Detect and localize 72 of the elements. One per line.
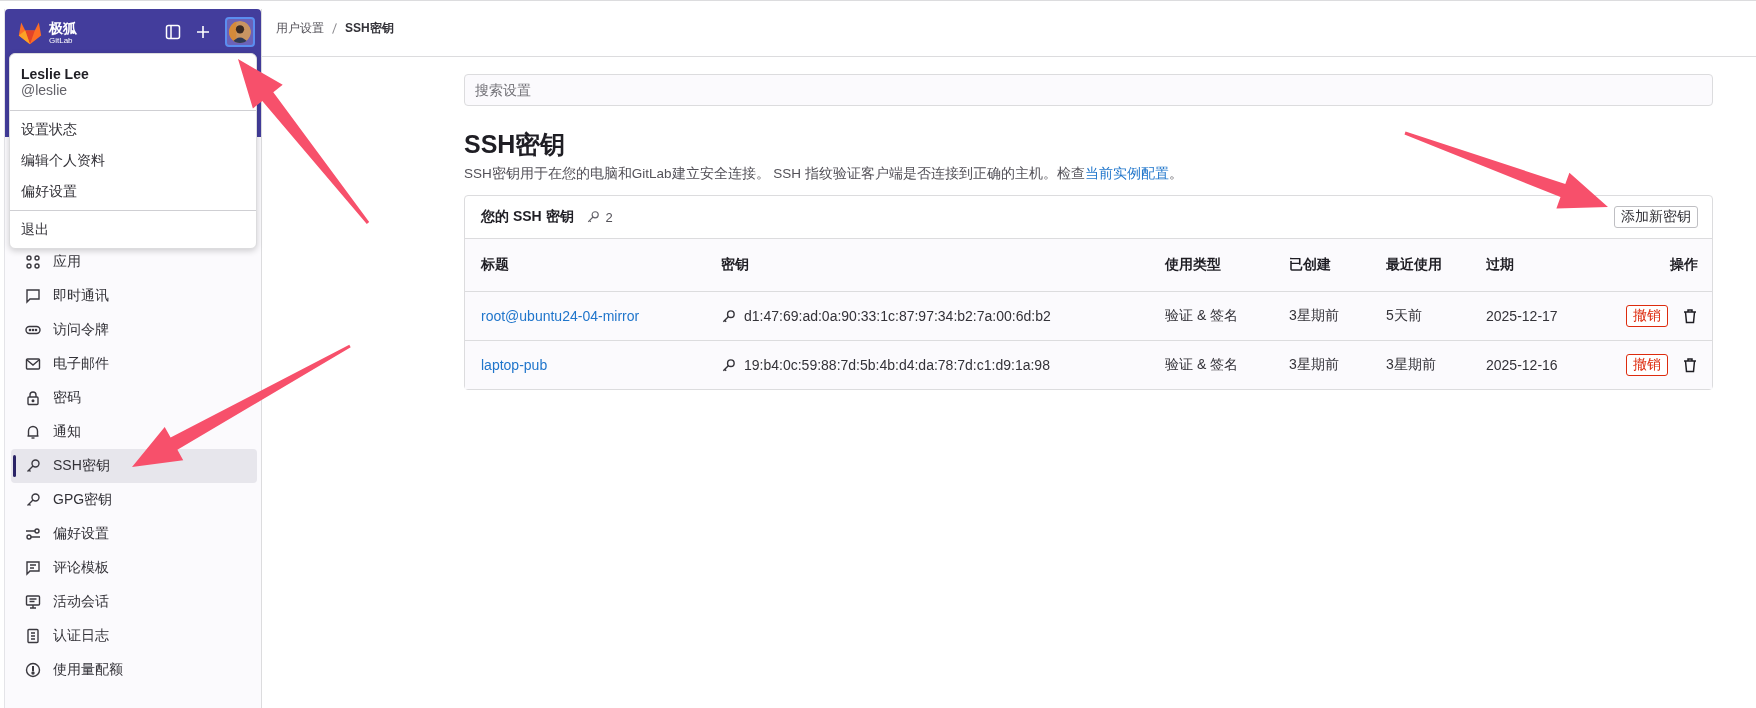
sliders-icon [25, 526, 41, 542]
sidebar-item[interactable]: 评论模板 [11, 551, 257, 585]
comment-icon [25, 560, 41, 576]
sidebar-item[interactable]: GPG密钥 [11, 483, 257, 517]
gauge-icon [25, 662, 41, 678]
trash-icon[interactable] [1682, 308, 1698, 324]
table-cell-text: 3星期前 [1386, 356, 1437, 374]
revoke-button[interactable]: 撤销 [1626, 354, 1668, 376]
fingerprint: 19:b4:0c:59:88:7d:5b:4b:d4:da:78:7d:c1:d9:1a:98 [744, 357, 1050, 373]
menu-item[interactable]: 编辑个人资料 [10, 145, 256, 176]
table-cell-text: 3星期前 [1289, 307, 1340, 325]
table-cell-text: 2025-12-17 [1486, 308, 1559, 324]
key-title-link[interactable]: root@ubuntu24-04-mirror [481, 308, 721, 324]
sidebar-item[interactable]: 通知 [11, 415, 257, 449]
log-icon [25, 628, 41, 644]
bell-icon [25, 424, 41, 440]
sidebar-toggle-icon[interactable] [165, 24, 181, 40]
lock-icon [25, 390, 41, 406]
menu-item[interactable]: 退出 [10, 214, 256, 245]
page-title: SSH密钥 [464, 129, 567, 160]
sidebar-item[interactable]: 认证日志 [11, 619, 257, 653]
column-header: 最近使用 [1386, 256, 1443, 274]
sidebar-item[interactable]: 活动会话 [11, 585, 257, 619]
chat-icon [25, 288, 41, 304]
user-handle: @leslie [21, 82, 69, 98]
sidebar-item[interactable]: 即时通讯 [11, 279, 257, 313]
brand-subtitle: GitLab [49, 37, 74, 45]
sidebar-item[interactable]: 密码 [11, 381, 257, 415]
search-field[interactable]: 搜索设置 [464, 74, 1713, 106]
sidebar-item[interactable]: 访问令牌 [11, 313, 257, 347]
sidebar-item[interactable]: 电子邮件 [11, 347, 257, 381]
fingerprint: d1:47:69:ad:0a:90:33:1c:87:97:34:b2:7a:00:6d:b2 [744, 308, 1051, 324]
column-header: 标题 [481, 256, 510, 274]
add-key-button[interactable]: 添加新密钥 [1614, 206, 1698, 228]
user-name: Leslie Lee [21, 66, 90, 82]
breadcrumb-link[interactable]: 用户设置 [276, 20, 324, 37]
key-title-link[interactable]: laptop-pub [481, 357, 721, 373]
table-cell-text: 5天前 [1386, 307, 1423, 325]
page-description: SSH密钥用于在您的电脑和GitLab建立安全连接。 SSH 指纹验证客户端是否连接到正确的主机。检查当前实例配置。 [464, 165, 1184, 183]
instance-config-link[interactable]: 当前实例配置 [1084, 166, 1169, 181]
breadcrumb-link[interactable]: SSH密钥 [345, 20, 394, 37]
mail-icon [25, 356, 41, 372]
brand-name: 极狐 [49, 21, 77, 35]
sidebar-item[interactable]: 偏好设置 [11, 517, 257, 551]
apps-icon [25, 254, 41, 270]
key-icon [25, 458, 41, 474]
revoke-button[interactable]: 撤销 [1626, 305, 1668, 327]
table-cell-text: 验证 & 签名 [1165, 356, 1240, 374]
table-cell-text: 验证 & 签名 [1165, 307, 1240, 325]
monitor-icon [25, 594, 41, 610]
trash-icon[interactable] [1682, 357, 1698, 373]
sidebar-item[interactable]: SSH密钥 [11, 449, 257, 483]
column-header: 密钥 [721, 256, 750, 274]
plus-icon[interactable] [195, 24, 211, 40]
column-header: 操作 [1669, 256, 1698, 274]
key-icon [585, 210, 600, 224]
menu-item[interactable]: 偏好设置 [10, 176, 256, 207]
sidebar-item[interactable]: 使用量配额 [11, 653, 257, 687]
menu-item[interactable]: 设置状态 [10, 114, 256, 145]
key-icon [721, 308, 736, 324]
column-header: 过期 [1486, 256, 1515, 274]
table-cell-text: 3星期前 [1289, 356, 1340, 374]
table-cell-text: 2025-12-16 [1486, 357, 1559, 373]
key-icon [721, 357, 736, 373]
avatar-button[interactable] [225, 17, 255, 47]
key-count: 2 [605, 209, 613, 225]
card-title: 您的 SSH 密钥 [481, 208, 574, 226]
column-header: 已创建 [1289, 256, 1332, 274]
sidebar-item[interactable]: 应用 [11, 245, 257, 279]
column-header: 使用类型 [1165, 256, 1222, 274]
fox-logo-icon[interactable] [17, 21, 43, 45]
key-icon [25, 492, 41, 508]
